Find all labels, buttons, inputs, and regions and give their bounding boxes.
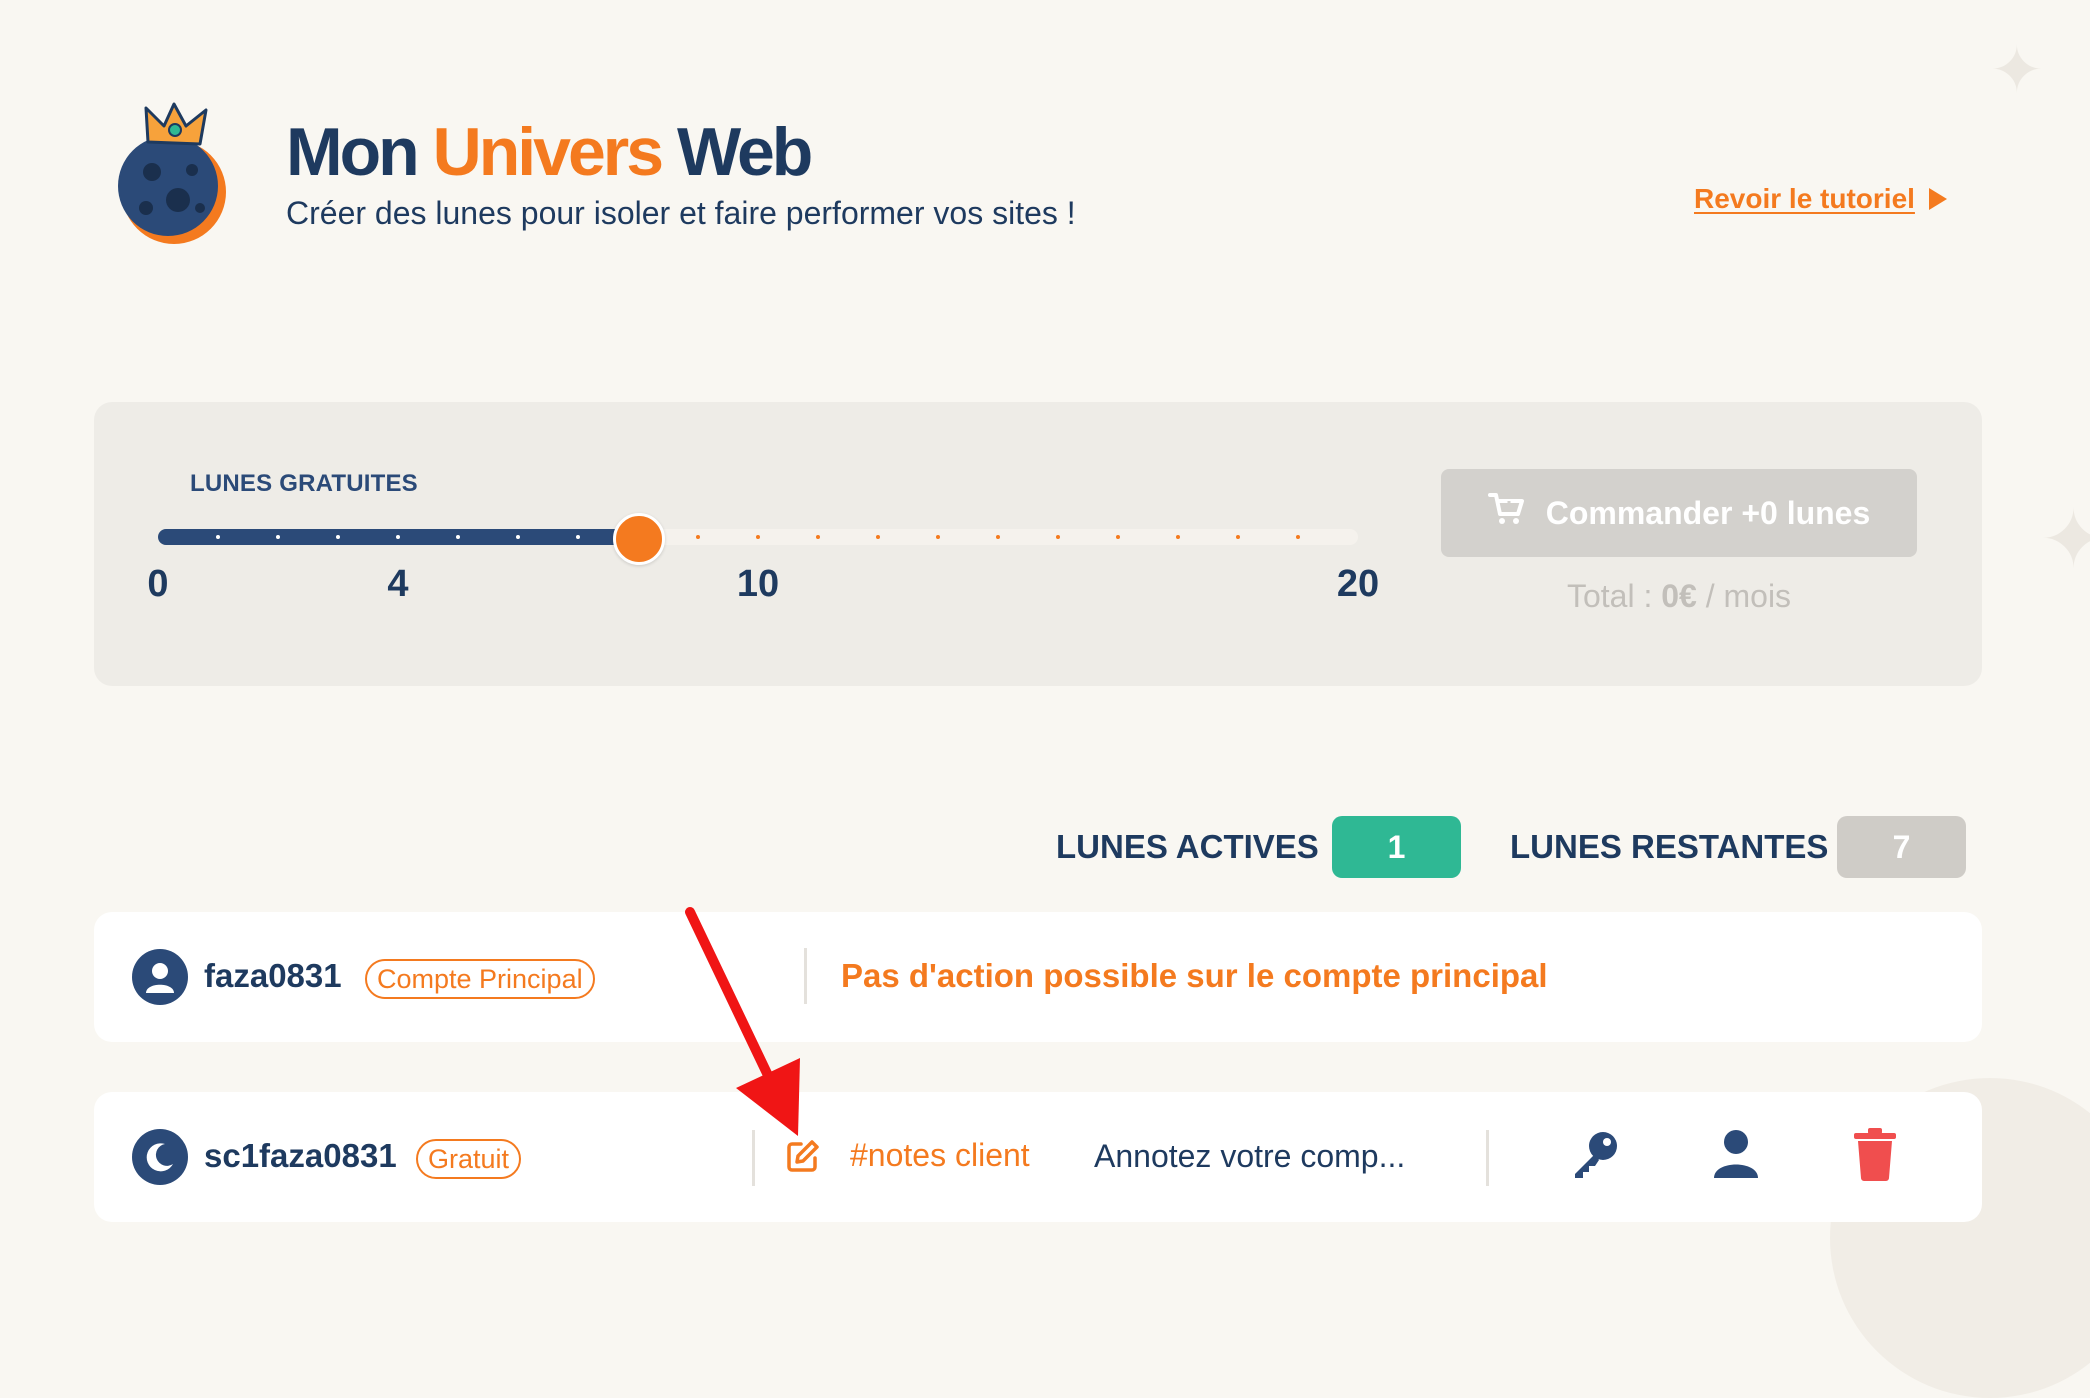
moon-avatar-icon [132, 1129, 188, 1185]
scale-label: 0 [147, 563, 169, 605]
remaining-moons-label: LUNES RESTANTES [1510, 828, 1829, 865]
key-icon[interactable] [1565, 1124, 1625, 1184]
play-icon [1928, 188, 1947, 210]
active-moons-label: LUNES ACTIVES [1056, 828, 1319, 865]
slider-tick [516, 535, 520, 539]
active-moons-count: 1 [1332, 816, 1461, 878]
slider-tick [876, 535, 880, 539]
cart-icon [1487, 492, 1526, 534]
total-amount: 0€ [1661, 578, 1697, 614]
scale-label: 20 [1336, 563, 1380, 605]
trash-icon[interactable] [1845, 1124, 1905, 1184]
slider-tick [336, 535, 340, 539]
sparkle-icon: ✦ [2040, 495, 2090, 584]
order-button-label: Commander +0 lunes [1545, 494, 1871, 531]
divider [1486, 1130, 1489, 1186]
total-suffix: / mois [1705, 578, 1792, 614]
slider-tick [576, 535, 580, 539]
slider-thumb[interactable] [613, 513, 665, 565]
no-action-message: Pas d'action possible sur le compte prin… [841, 957, 1548, 994]
free-moons-label: LUNES GRATUITES [190, 470, 418, 497]
scale-label: 10 [736, 563, 780, 605]
slider-tick [816, 535, 820, 539]
slider-tick [1056, 535, 1060, 539]
order-total: Total : 0€ / mois [1441, 578, 1917, 615]
title-word-3: Web [677, 114, 813, 190]
total-prefix: Total : [1566, 578, 1653, 614]
account-name: faza0831 [204, 957, 342, 994]
tutorial-link[interactable]: Revoir le tutoriel [1694, 183, 1947, 215]
page-title: Mon Univers Web [286, 112, 813, 192]
slider-tick [1296, 535, 1300, 539]
slider-tick [1236, 535, 1240, 539]
notes-tag: #notes client [850, 1137, 1030, 1173]
account-name: sc1faza0831 [204, 1137, 397, 1174]
free-plan-badge: Gratuit [416, 1139, 522, 1179]
slider-tick [276, 535, 280, 539]
moon-king-logo [112, 100, 242, 250]
slider-tick [216, 535, 220, 539]
user-icon[interactable] [1706, 1124, 1766, 1184]
slider-tick [996, 535, 1000, 539]
slider-tick [1116, 535, 1120, 539]
order-moons-button[interactable]: Commander +0 lunes [1441, 469, 1917, 557]
annotation-arrow [670, 900, 830, 1145]
slider-tick [1176, 535, 1180, 539]
user-avatar-icon [132, 949, 188, 1005]
tutorial-link-label: Revoir le tutoriel [1694, 183, 1915, 214]
main-account-badge: Compte Principal [365, 959, 595, 999]
title-word-1: Mon [286, 114, 420, 190]
slider-tick [756, 535, 760, 539]
remaining-moons-count: 7 [1837, 816, 1966, 878]
page-subtitle: Créer des lunes pour isoler et faire per… [286, 195, 1076, 231]
account-note-input[interactable] [1094, 1128, 1484, 1184]
title-word-2: Univers [432, 114, 664, 190]
slider-tick [936, 535, 940, 539]
slider-tick [396, 535, 400, 539]
slider-tick [456, 535, 460, 539]
sparkle-icon: ✦ [1990, 34, 2044, 106]
scale-label: 4 [387, 563, 409, 605]
slider-tick [696, 535, 700, 539]
